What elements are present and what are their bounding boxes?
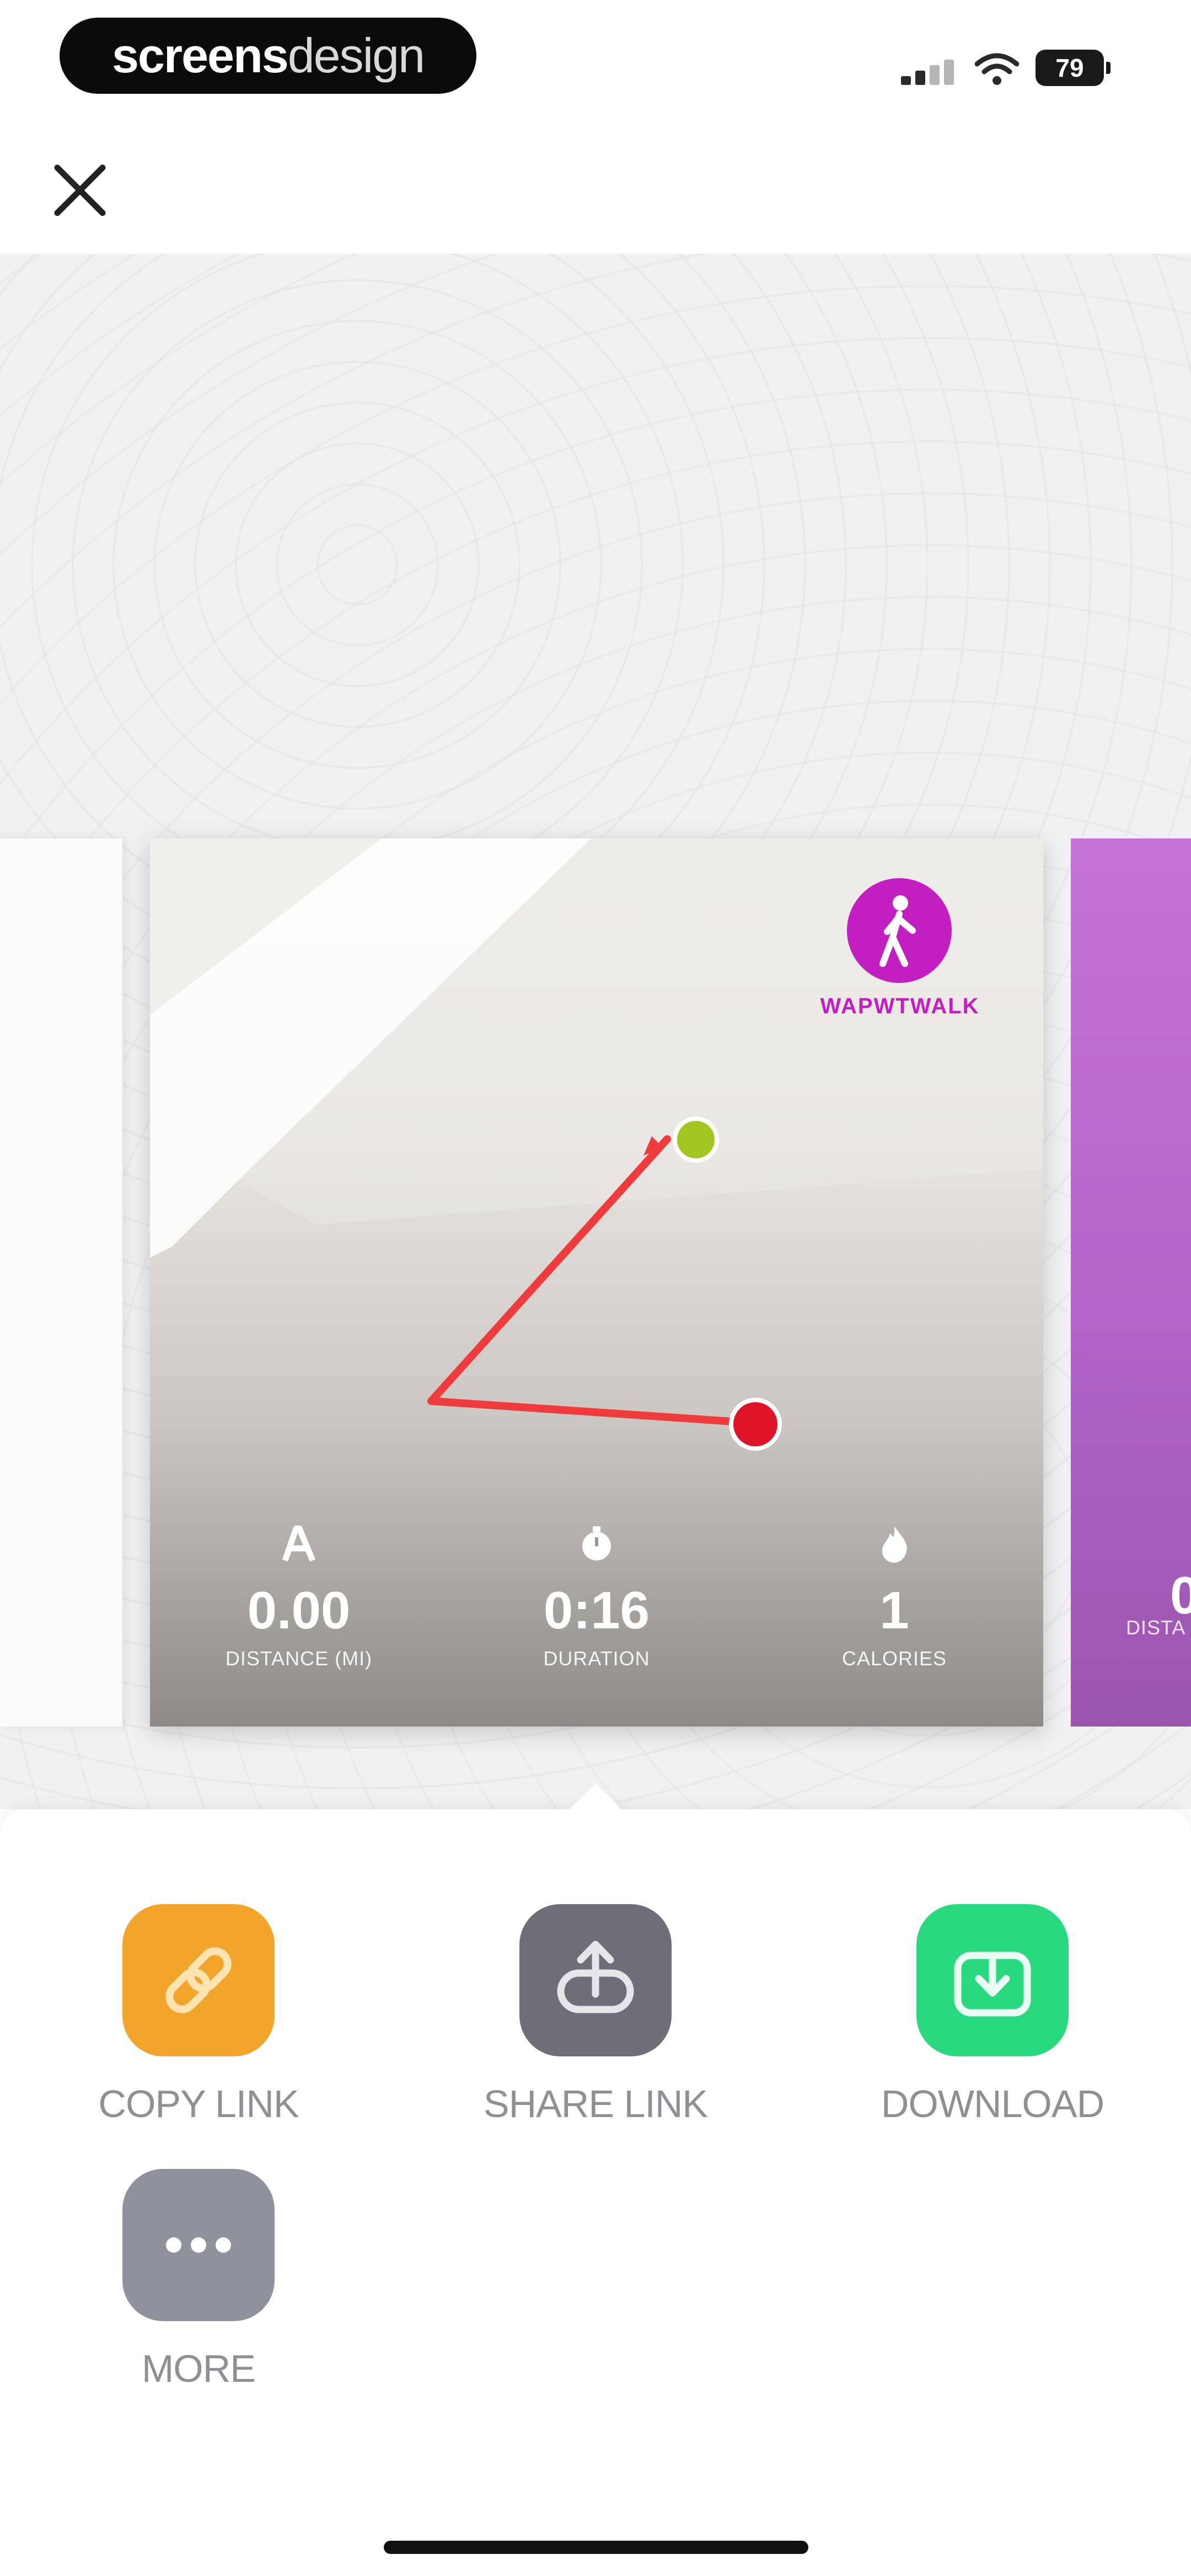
cellular-signal-icon — [901, 58, 956, 85]
route-start-marker — [673, 1116, 719, 1163]
stat-duration: 0:16 DURATION — [481, 1522, 712, 1670]
share-icon[interactable] — [519, 1904, 672, 2056]
brand-part-2: design — [287, 28, 425, 83]
stat-distance-label: DISTANCE (MI) — [225, 1647, 373, 1670]
more-icon[interactable] — [122, 2169, 275, 2321]
share-sheet: COPY LINK SHARE LINK DOWNLOAD MORE — [0, 1783, 1191, 2576]
stat-distance: 0.00 DISTANCE (MI) — [183, 1522, 415, 1670]
more-label: MORE — [142, 2347, 256, 2390]
previous-card[interactable] — [0, 838, 122, 1727]
download-button[interactable]: DOWNLOAD — [866, 1904, 1119, 2126]
walker-icon — [847, 878, 952, 983]
stat-calories: 1 CALORIES — [779, 1522, 1010, 1670]
battery-indicator: 79 — [1036, 50, 1110, 86]
route-end-marker — [729, 1398, 782, 1451]
share-link-label: SHARE LINK — [483, 2082, 708, 2125]
close-icon[interactable] — [50, 160, 110, 221]
app-brand-name: WAPWTWALK — [820, 994, 980, 1018]
workout-share-card[interactable]: WAPWTWALK 0.00 DISTANCE (MI) 0:16 DURATI… — [150, 838, 1043, 1727]
status-bar: screens design 79 — [0, 0, 1191, 116]
nav-bar — [0, 116, 1191, 254]
stat-distance-value: 0.00 — [247, 1581, 351, 1640]
stat-calories-value: 1 — [879, 1581, 909, 1640]
download-label: DOWNLOAD — [881, 2082, 1104, 2125]
home-indicator[interactable] — [384, 2541, 808, 2554]
more-button[interactable]: MORE — [72, 2169, 325, 2391]
stat-calories-label: CALORIES — [841, 1647, 947, 1670]
share-link-button[interactable]: SHARE LINK — [469, 1904, 722, 2126]
wifi-icon — [975, 53, 1019, 85]
copy-link-button[interactable]: COPY LINK — [72, 1904, 325, 2126]
timer-icon — [582, 1526, 611, 1560]
download-icon[interactable] — [916, 1904, 1069, 2056]
stat-duration-value: 0:16 — [543, 1581, 650, 1640]
brand-part-1: screens — [111, 28, 289, 83]
copy-link-label: COPY LINK — [98, 2082, 299, 2125]
share-preview-carousel[interactable]: WAPWTWALK 0.00 DISTANCE (MI) 0:16 DURATI… — [0, 254, 1191, 1809]
stat-duration-label: DURATION — [543, 1647, 650, 1670]
next-card-label: DISTA — [1126, 1616, 1186, 1639]
next-card[interactable]: 0 DISTA — [1071, 838, 1191, 1727]
flame-icon — [882, 1526, 907, 1563]
brand-watermark: screens design — [60, 18, 476, 94]
link-icon[interactable] — [122, 1904, 275, 2056]
distance-icon — [282, 1525, 316, 1562]
